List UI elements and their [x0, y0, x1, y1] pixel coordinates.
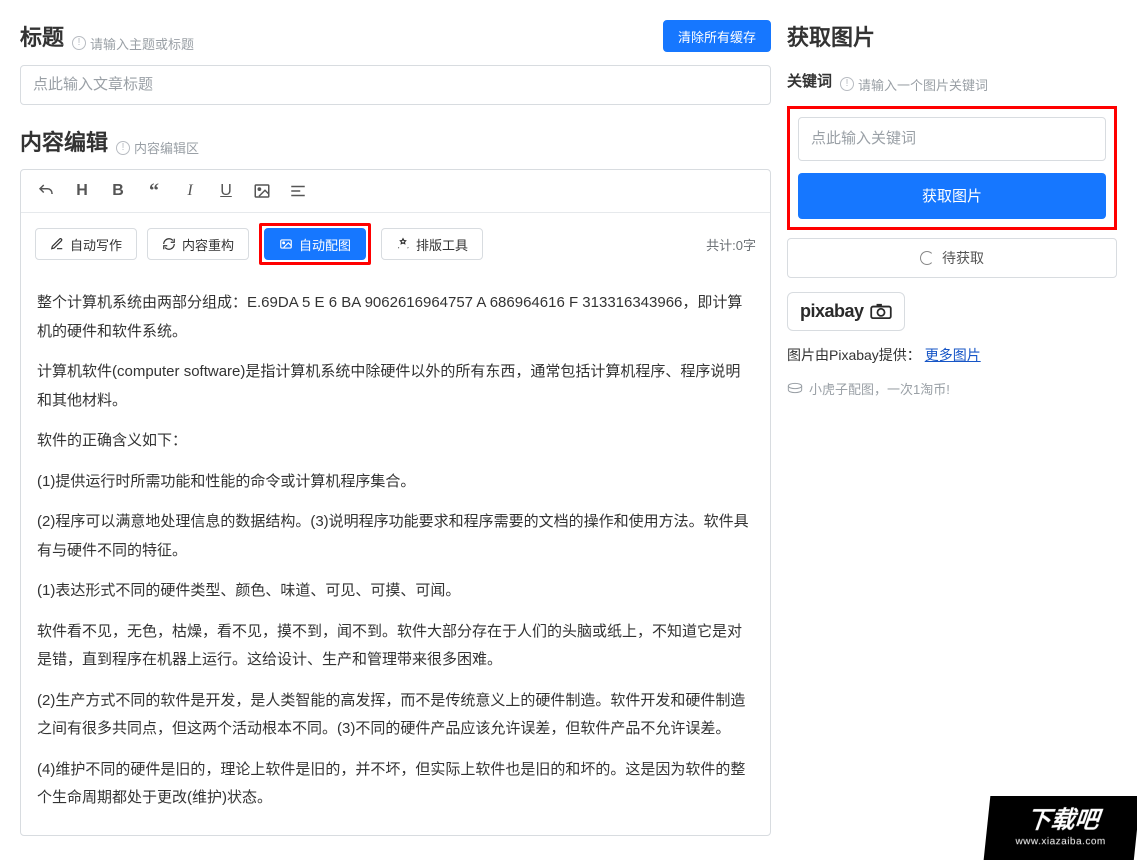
align-left-icon[interactable]: [287, 180, 309, 202]
pixabay-badge: pixabay: [787, 292, 905, 331]
content-hint: ! 内容编辑区: [116, 138, 199, 157]
italic-icon[interactable]: I: [179, 180, 201, 202]
coin-icon: [787, 381, 803, 395]
char-count: 共计:0字: [706, 235, 756, 254]
highlight-auto-image: 自动配图: [259, 223, 371, 265]
paragraph: (1)提供运行时所需功能和性能的命令或计算机程序集合。: [37, 468, 754, 497]
side-column: 获取图片 关键词 ! 请输入一个图片关键词 获取图片 待获取 pixabay 图…: [787, 20, 1117, 860]
keyword-hint: ! 请输入一个图片关键词: [840, 75, 988, 94]
editor: H B “ I U 自动写作 内容重构: [20, 169, 771, 836]
fetch-image-header: 获取图片: [787, 20, 1117, 52]
paragraph: (2)生产方式不同的软件是开发，是人类智能的高发挥，而不是传统意义上的硬件制造。…: [37, 687, 754, 744]
paragraph: 整个计算机系统由两部分组成：E.69DA 5 E 6 BA 9062616964…: [37, 289, 754, 346]
paragraph: 软件的正确含义如下：: [37, 427, 754, 456]
underline-icon[interactable]: U: [215, 180, 237, 202]
paragraph: (4)维护不同的硬件是旧的，理论上软件是旧的，并不坏，但实际上软件也是旧的和坏的…: [37, 756, 754, 813]
editor-actions: 自动写作 内容重构 自动配图 排版工具: [21, 213, 770, 275]
spinner-icon: [920, 251, 934, 265]
info-icon: !: [840, 77, 854, 91]
camera-icon: [870, 303, 892, 319]
pending-status: 待获取: [787, 238, 1117, 278]
editor-toolbar: H B “ I U: [21, 170, 770, 213]
heading-icon[interactable]: H: [71, 180, 93, 202]
info-icon: !: [72, 36, 86, 50]
keyword-input[interactable]: [798, 117, 1106, 161]
coin-line: 小虎子配图，一次1淘币!: [787, 379, 1117, 398]
paragraph: (2)程序可以满意地处理信息的数据结构。(3)说明程序功能要求和程序需要的文档的…: [37, 508, 754, 565]
info-icon: !: [116, 141, 130, 155]
title-hint: ! 请输入主题或标题: [72, 34, 194, 53]
content-header: 内容编辑 ! 内容编辑区: [20, 125, 771, 158]
more-images-link[interactable]: 更多图片: [925, 347, 981, 363]
auto-image-button[interactable]: 自动配图: [264, 228, 366, 260]
reconstruct-button[interactable]: 内容重构: [147, 228, 249, 260]
undo-icon[interactable]: [35, 180, 57, 202]
content-label: 内容编辑: [20, 125, 108, 157]
auto-write-button[interactable]: 自动写作: [35, 228, 137, 260]
paragraph: 计算机软件(computer software)是指计算机系统中除硬件以外的所有…: [37, 358, 754, 415]
title-input[interactable]: [20, 65, 771, 105]
highlight-keyword-area: 获取图片: [787, 106, 1117, 230]
clear-cache-button[interactable]: 清除所有缓存: [663, 20, 771, 52]
fetch-image-button[interactable]: 获取图片: [798, 173, 1106, 219]
main-column: 标题 ! 请输入主题或标题 清除所有缓存 内容编辑 ! 内容编辑区 H B “: [20, 20, 771, 860]
layout-tool-button[interactable]: 排版工具: [381, 228, 483, 260]
image-icon[interactable]: [251, 180, 273, 202]
paragraph: (1)表达形式不同的硬件类型、颜色、味道、可见、可摸、可闻。: [37, 577, 754, 606]
bold-icon[interactable]: B: [107, 180, 129, 202]
title-header: 标题 ! 请输入主题或标题 清除所有缓存: [20, 20, 771, 53]
watermark: 下载吧 www.xiazaiba.com: [984, 796, 1137, 860]
fetch-image-title: 获取图片: [787, 20, 875, 52]
editor-content[interactable]: 整个计算机系统由两部分组成：E.69DA 5 E 6 BA 9062616964…: [21, 275, 770, 835]
keyword-header: 关键词 ! 请输入一个图片关键词: [787, 70, 1117, 94]
provider-line: 图片由Pixabay提供： 更多图片: [787, 345, 1117, 365]
title-label: 标题: [20, 20, 64, 52]
paragraph: 软件看不见，无色，枯燥，看不见，摸不到，闻不到。软件大部分存在于人们的头脑或纸上…: [37, 618, 754, 675]
keyword-label: 关键词: [787, 70, 832, 91]
quote-icon[interactable]: “: [143, 180, 165, 202]
